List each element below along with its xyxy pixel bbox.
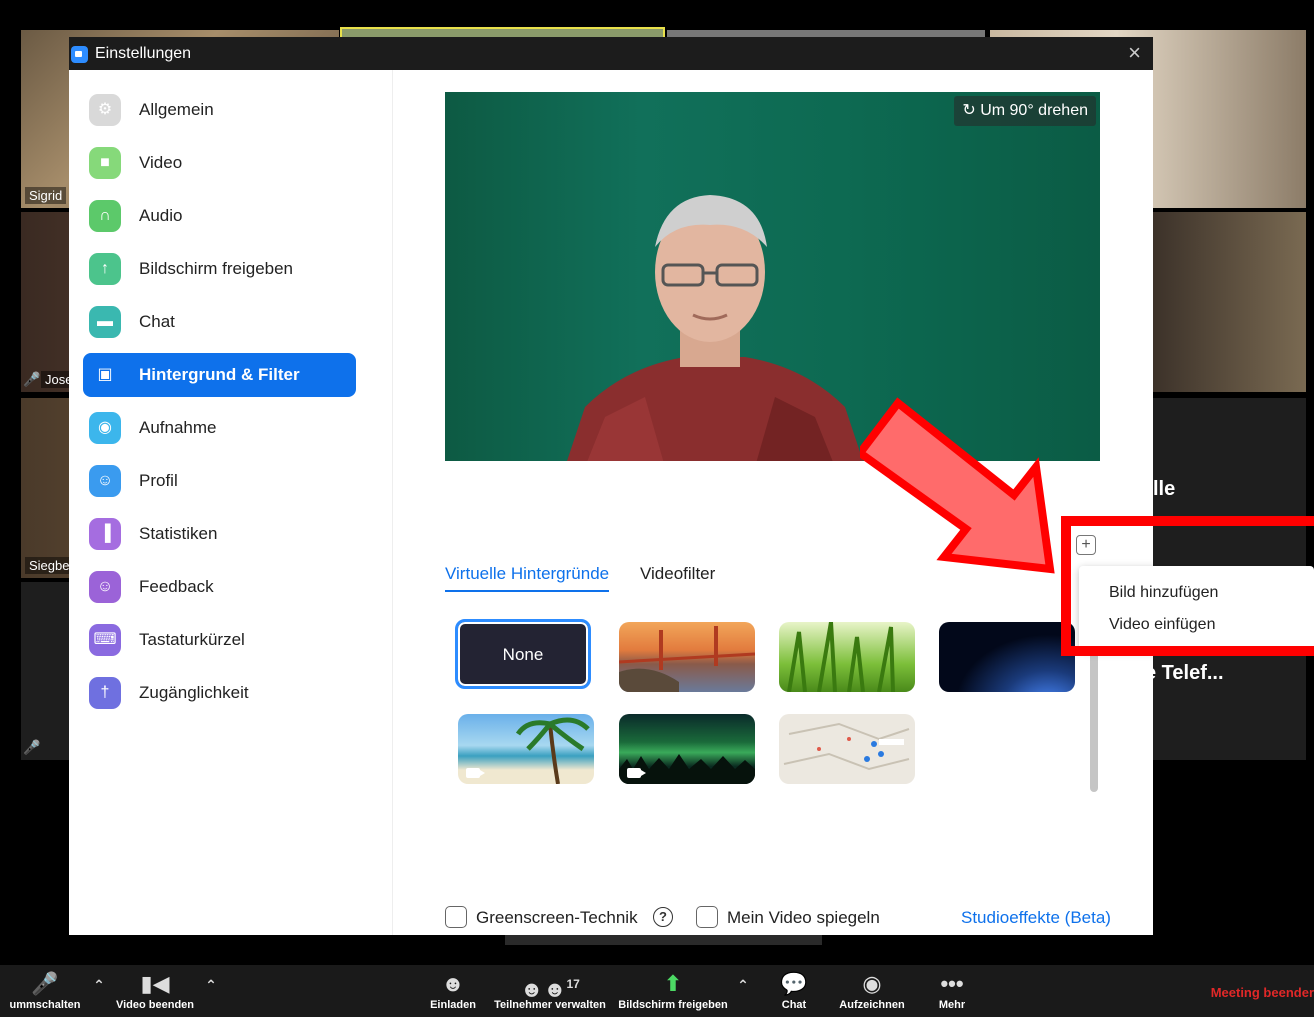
background-thumb-map[interactable]: [779, 714, 915, 784]
stop-video-button[interactable]: ▮◀ Video beenden: [110, 965, 200, 1017]
manage-participants-button[interactable]: ☻☻17 Teilnehmer verwalten: [488, 965, 612, 1017]
preview-person-image: [567, 195, 863, 461]
greenscreen-label: Greenscreen-Technik: [476, 908, 638, 927]
sidebar-item-label: Hintergrund & Filter: [139, 365, 300, 384]
sidebar-item-share-screen[interactable]: ↑ Bildschirm freigeben: [83, 247, 356, 291]
sidebar-item-label: Audio: [139, 206, 183, 225]
background-thumb-aurora[interactable]: [619, 714, 755, 784]
record-icon: ◉: [89, 412, 121, 444]
add-person-icon: ☻: [441, 971, 465, 996]
chat-button[interactable]: 💬 Chat: [770, 965, 818, 1017]
profile-icon: ☺: [89, 465, 121, 497]
participants-icon: ☻☻17: [520, 976, 580, 1002]
dialog-titlebar: Einstellungen ×: [69, 37, 1153, 70]
background-thumb-grass[interactable]: [779, 622, 915, 692]
sidebar-item-gear[interactable]: ⚙ Allgemein: [83, 88, 356, 132]
video-options-caret[interactable]: ⌃: [200, 965, 222, 1017]
golden-gate-image: [619, 626, 755, 692]
participant-name: Siegbe: [25, 557, 74, 574]
muted-mic-icon: 🎤: [23, 371, 41, 387]
sidebar-item-label: Profil: [139, 471, 178, 490]
share-options-caret[interactable]: ⌃: [732, 965, 754, 1017]
zoom-logo-icon: [71, 46, 88, 63]
mirror-video-checkbox[interactable]: [696, 906, 718, 928]
zoom-meeting-window: Sigrid 🎤 Jose Siegbe lle 🎤 e Telef... 🎤 …: [0, 0, 1314, 1017]
tab-virtual-backgrounds[interactable]: Virtuelle Hintergründe: [445, 564, 610, 592]
end-meeting-button[interactable]: Meeting beender: [1211, 985, 1314, 1000]
chat-bubble-icon: 💬: [780, 971, 808, 996]
background-thumb-golden-gate[interactable]: [619, 622, 755, 692]
chat-icon: ▬: [89, 306, 121, 338]
sidebar-item-label: Bildschirm freigeben: [139, 259, 294, 278]
sidebar-item-label: Aufnahme: [139, 418, 217, 437]
record-button[interactable]: ◉ Aufzeichnen: [834, 965, 910, 1017]
sidebar-item-keyboard[interactable]: ⌨ Tastaturkürzel: [83, 618, 356, 662]
statistics-icon: ▐: [89, 518, 121, 550]
chevron-up-icon: ⌃: [737, 977, 749, 993]
share-screen-button[interactable]: ⬆ Bildschirm freigeben: [614, 965, 732, 1017]
rotate-icon: ↻: [962, 102, 976, 119]
feedback-icon: ☺: [89, 571, 121, 603]
sidebar-item-label: Statistiken: [139, 524, 218, 543]
sidebar-item-label: Feedback: [139, 577, 214, 596]
video-thumb-icon: [466, 768, 485, 778]
dialog-title: Einstellungen: [95, 45, 192, 62]
map-image: [783, 722, 910, 771]
more-dots-icon: •••: [940, 971, 964, 996]
background-thumb-beach[interactable]: [458, 714, 594, 784]
video-icon: ■: [89, 147, 121, 179]
sidebar-item-statistics[interactable]: ▐ Statistiken: [83, 512, 356, 556]
sidebar-item-label: Chat: [139, 312, 175, 331]
settings-sidebar: ⚙ Allgemein ■ Video ∩ Audio ↑ Bildschirm freige…: [69, 70, 393, 935]
sidebar-item-label: Tastaturkürzel: [139, 630, 245, 649]
greenscreen-checkbox[interactable]: [445, 906, 467, 928]
background-icon: ▣: [97, 366, 113, 383]
sidebar-item-accessibility[interactable]: † Zugänglichkeit: [83, 671, 356, 715]
more-button[interactable]: ••• Mehr: [930, 965, 974, 1017]
mirror-video-label: Mein Video spiegeln: [727, 908, 880, 927]
annotation-arrow: [860, 397, 1055, 574]
participant-name-text: lle: [1153, 478, 1176, 500]
close-icon[interactable]: ×: [1128, 40, 1141, 66]
microphone-icon: 🎤: [31, 971, 59, 996]
sidebar-item-label: Zugänglichkeit: [139, 683, 249, 702]
video-camera-icon: ▮◀: [140, 971, 170, 996]
invite-button[interactable]: ☻ Einladen: [424, 965, 482, 1017]
grass-image: [787, 622, 895, 692]
participant-count: 17: [566, 977, 580, 991]
annotation-highlight-box: [1061, 516, 1314, 656]
mute-button[interactable]: 🎤 ummschalten: [0, 965, 90, 1017]
gear-icon: ⚙: [89, 94, 121, 126]
audio-options-caret[interactable]: ⌃: [88, 965, 110, 1017]
meeting-toolbar: 🎤 ummschalten ⌃ ▮◀ Video beenden ⌃ ☻ Ein…: [0, 965, 1314, 1017]
sidebar-item-record[interactable]: ◉ Aufnahme: [83, 406, 356, 450]
help-icon[interactable]: ?: [653, 907, 673, 927]
chevron-up-icon: ⌃: [205, 977, 217, 993]
background-thumb-none[interactable]: None: [455, 619, 591, 689]
muted-mic-icon: 🎤: [23, 739, 41, 755]
rotate-90-button[interactable]: ↻ Um 90° drehen: [954, 96, 1096, 126]
sidebar-item-label: Allgemein: [139, 100, 214, 119]
sidebar-item-profile[interactable]: ☺ Profil: [83, 459, 356, 503]
sidebar-item-label: Video: [139, 153, 183, 172]
sidebar-item-background[interactable]: ▣ Hintergrund & Filter: [83, 353, 356, 397]
share-screen-icon: ⬆: [663, 971, 683, 996]
chevron-up-icon: ⌃: [93, 977, 105, 993]
sidebar-item-headphones[interactable]: ∩ Audio: [83, 194, 356, 238]
sidebar-item-video[interactable]: ■ Video: [83, 141, 356, 185]
participant-name: Sigrid: [25, 187, 67, 204]
sidebar-item-chat[interactable]: ▬ Chat: [83, 300, 356, 344]
active-speaker-strip: [505, 935, 822, 945]
record-icon: ◉: [862, 971, 882, 996]
video-thumb-icon: [627, 768, 646, 778]
headphones-icon: ∩: [89, 200, 121, 232]
keyboard-icon: ⌨: [89, 624, 121, 656]
tab-video-filters[interactable]: Videofilter: [640, 564, 715, 584]
sidebar-item-feedback[interactable]: ☺ Feedback: [83, 565, 356, 609]
share-screen-icon: ↑: [89, 253, 121, 285]
participant-name-text: e Telef...: [1145, 662, 1224, 684]
accessibility-icon: †: [89, 677, 121, 709]
background-thumb-earth[interactable]: [939, 622, 1075, 692]
studio-effects-link[interactable]: Studioeffekte (Beta): [961, 908, 1111, 928]
